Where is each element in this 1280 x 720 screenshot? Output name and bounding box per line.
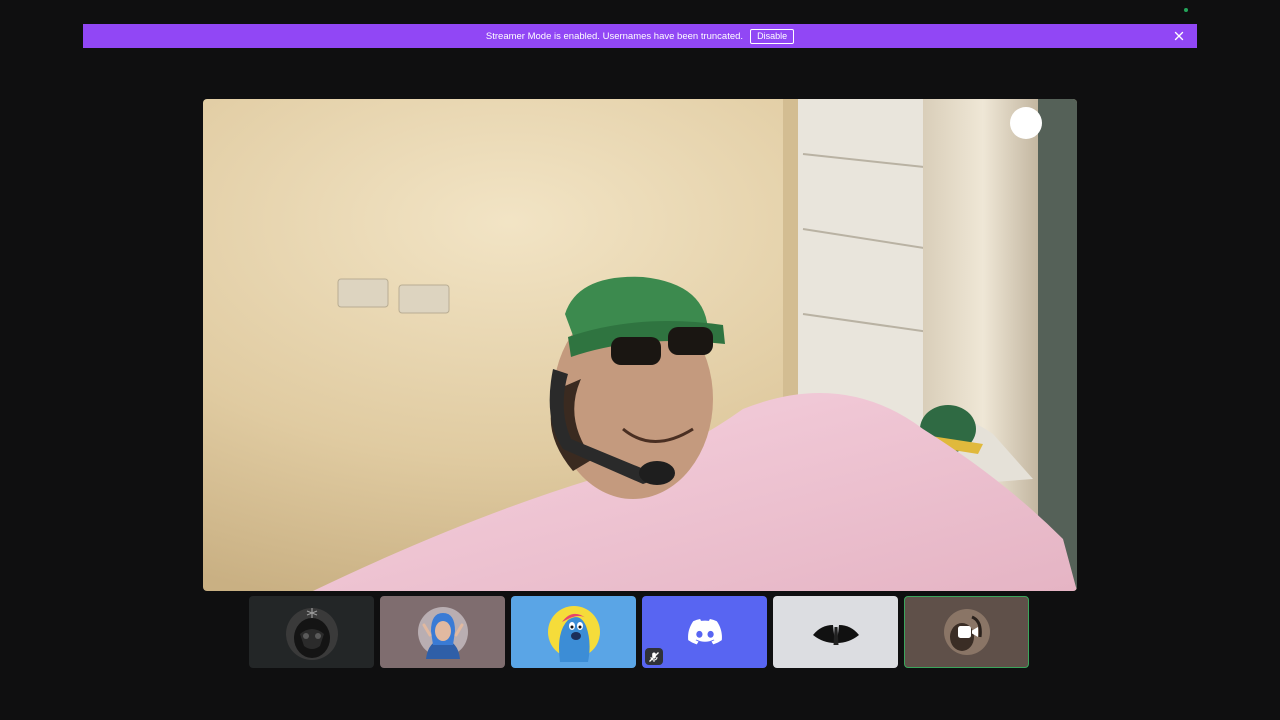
main-video-stream[interactable] (203, 99, 1077, 591)
participant-tile[interactable] (249, 596, 374, 668)
video-camera-icon (957, 624, 979, 640)
participant-avatar (812, 625, 859, 645)
participant-avatar (285, 608, 338, 660)
participant-tile[interactable] (773, 596, 898, 668)
participant-tiles (249, 596, 1030, 668)
close-icon[interactable] (1173, 30, 1185, 42)
participant-tile-speaking[interactable] (904, 596, 1029, 668)
participant-avatar (547, 606, 600, 662)
participant-tile[interactable] (511, 596, 636, 668)
mic-muted-icon (645, 648, 663, 665)
streamer-mode-message: Streamer Mode is enabled. Usernames have… (485, 30, 744, 42)
participant-tile[interactable] (642, 596, 767, 668)
discord-logo-icon (687, 619, 722, 645)
disable-streamer-mode-button[interactable]: Disable (750, 28, 795, 44)
participant-tile[interactable] (380, 596, 505, 668)
online-status-dot (1184, 8, 1188, 12)
participant-avatar (417, 607, 468, 659)
streamer-mode-banner: Streamer Mode is enabled. Usernames have… (83, 24, 1197, 48)
